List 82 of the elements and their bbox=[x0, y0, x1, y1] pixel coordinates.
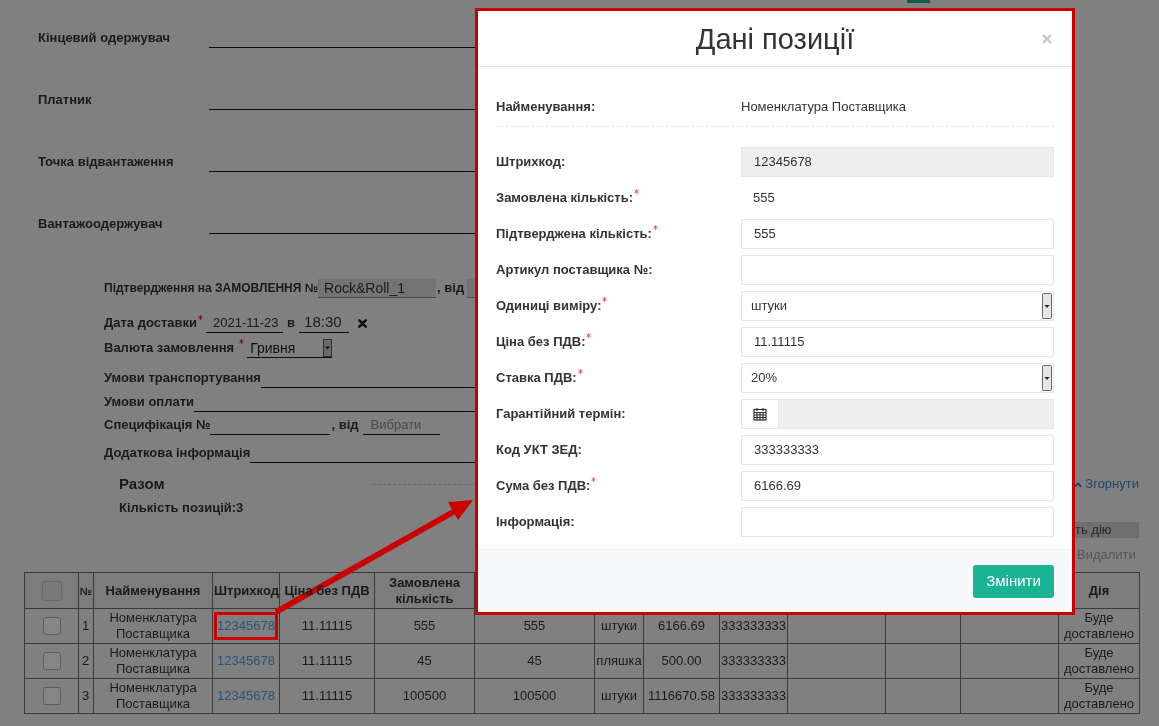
input-field[interactable]: 12345678 bbox=[741, 147, 1054, 177]
field-label: Ціна без ПДВ: bbox=[496, 334, 586, 350]
input-field[interactable]: 555 bbox=[741, 219, 1054, 249]
input-field[interactable]: 333333333 bbox=[741, 435, 1054, 465]
field-label: , від bbox=[437, 279, 465, 297]
table-cell: 3 bbox=[78, 678, 94, 714]
dialog-title: Дані позиції bbox=[695, 21, 855, 56]
field-value: 555 bbox=[753, 189, 775, 208]
close-icon[interactable] bbox=[358, 319, 368, 328]
table-cell: 500.00 bbox=[643, 643, 720, 679]
caret-icon bbox=[323, 338, 333, 357]
field-label: Код УКТ ЗЕД: bbox=[496, 442, 582, 458]
table-cell: 333333333 bbox=[719, 678, 788, 714]
calendar-icon bbox=[753, 407, 767, 421]
column-header: Ціна без ПДВ bbox=[284, 582, 370, 599]
table-cell: 11.11115 bbox=[279, 608, 375, 644]
table-cell: 333333333 bbox=[719, 643, 788, 679]
table-cell: Буде доставлено bbox=[1058, 678, 1140, 714]
column-header: № bbox=[79, 583, 93, 599]
field-label: Вантажоодержувач bbox=[38, 215, 163, 233]
field-label: Найменування: bbox=[496, 99, 596, 115]
table-cell: Номенклатура Поставщика bbox=[93, 643, 213, 679]
field-label: Сума без ПДВ: bbox=[496, 478, 591, 494]
input-field[interactable]: 11.11115 bbox=[741, 327, 1054, 357]
select-field[interactable]: 20% bbox=[741, 363, 1054, 393]
table-cell: 100500 bbox=[474, 678, 595, 714]
table-cell: 1116670.58 bbox=[643, 678, 720, 714]
caret-icon bbox=[1042, 365, 1052, 391]
field-label: , від bbox=[331, 416, 359, 434]
select-field[interactable]: штуки bbox=[741, 291, 1054, 321]
field-label: Штрихкод: bbox=[496, 154, 566, 170]
column-header: Найменування bbox=[105, 582, 201, 599]
table-cell: 11.11115 bbox=[279, 643, 375, 679]
field-label: Замовлена кількість: bbox=[496, 190, 633, 206]
table-cell: 45 bbox=[374, 643, 475, 679]
table-cell: штуки bbox=[594, 678, 644, 714]
action-select[interactable]: ть дію bbox=[1075, 522, 1139, 538]
field-label: Умови транспортування bbox=[104, 369, 261, 387]
table-cell: 100500 bbox=[374, 678, 475, 714]
field-label: Додаткова інформація bbox=[104, 444, 251, 462]
calendar-button[interactable] bbox=[741, 399, 779, 429]
field-label: Точка відвантаження bbox=[38, 153, 174, 171]
summary-text: Кількість позицій:3 bbox=[119, 500, 244, 516]
caret-icon bbox=[1042, 293, 1052, 319]
field-label: Платник bbox=[38, 91, 92, 109]
field-label: Ставка ПДВ: bbox=[496, 370, 577, 386]
table-cell: Номенклатура Поставщика bbox=[93, 678, 213, 714]
table-cell: 45 bbox=[474, 643, 595, 679]
input-field[interactable] bbox=[467, 279, 475, 298]
section-title: Разом bbox=[119, 474, 165, 494]
field-label: Гарантійний термін: bbox=[496, 406, 626, 422]
currency-select[interactable]: Гривня bbox=[247, 338, 333, 358]
field-label: Інформація: bbox=[496, 514, 575, 530]
field-label: Кінцевий одержувач bbox=[38, 29, 170, 47]
field-label: Артикул поставщика №: bbox=[496, 262, 653, 278]
checkbox[interactable] bbox=[42, 617, 61, 635]
table-cell: 11.11115 bbox=[279, 678, 375, 714]
time-field[interactable]: 18:30 bbox=[299, 311, 350, 333]
table-cell: 1 bbox=[78, 608, 94, 644]
input-field[interactable]: Rock&Roll_1 bbox=[318, 279, 437, 298]
table-cell: Буде доставлено bbox=[1058, 643, 1140, 679]
field-label: Підтвердження на ЗАМОВЛЕННЯ № bbox=[104, 280, 319, 297]
table-cell: 555 bbox=[374, 608, 475, 644]
column-header: Штрихкод bbox=[214, 582, 279, 599]
field-value: Номенклатура Поставщика bbox=[741, 98, 907, 117]
table-cell: пляшка bbox=[594, 643, 644, 679]
field-label: Одиниці виміру: bbox=[496, 298, 602, 314]
field-label: в bbox=[287, 314, 296, 332]
column-header: Дія bbox=[1088, 582, 1110, 599]
submit-button[interactable]: Змінити bbox=[973, 564, 1054, 598]
table-cell: 2 bbox=[78, 643, 94, 679]
column-header: Замовлена кількість bbox=[388, 574, 461, 607]
checkbox[interactable] bbox=[42, 687, 61, 705]
field-label: Валюта замовлення bbox=[104, 339, 235, 357]
field-label: Дата доставки bbox=[104, 314, 198, 332]
field-label: Підтверджена кількість: bbox=[496, 226, 652, 242]
checkbox[interactable] bbox=[42, 652, 61, 670]
field-label: Специфікація № bbox=[104, 416, 211, 434]
input-field[interactable]: 6166.69 bbox=[741, 471, 1054, 501]
date-field[interactable]: 2021-11-23 bbox=[206, 313, 284, 333]
table-cell: Номенклатура Поставщика bbox=[93, 608, 213, 644]
field-label: Умови оплати bbox=[104, 393, 195, 411]
